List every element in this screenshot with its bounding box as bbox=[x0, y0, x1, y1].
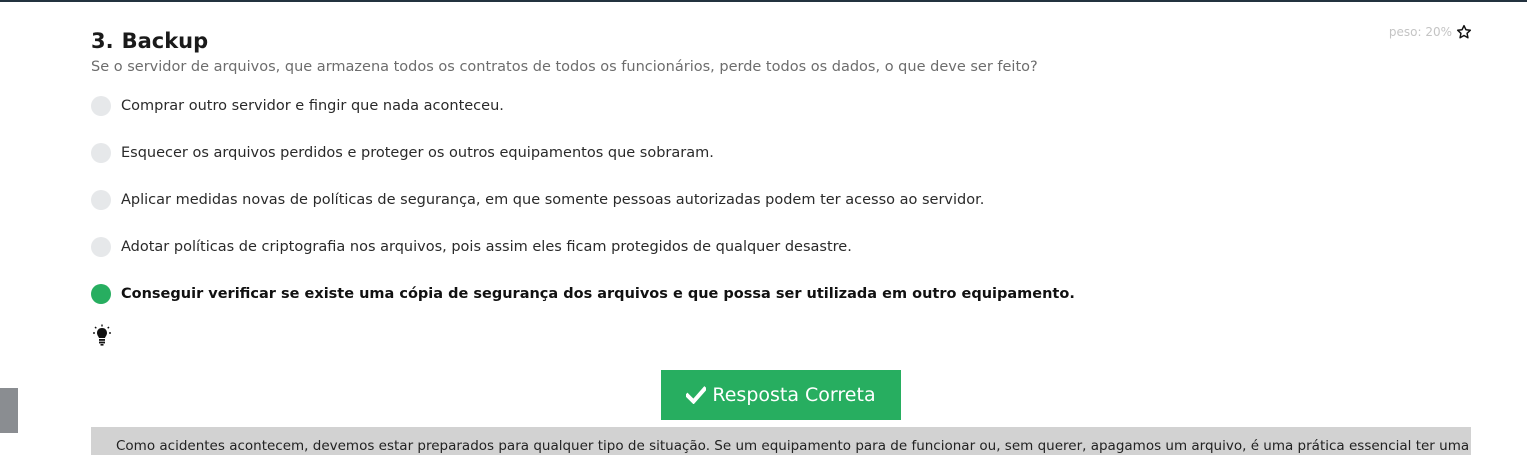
answer-option-4[interactable]: Adotar políticas de criptografia nos arq… bbox=[91, 237, 852, 257]
question-title: 3. Backup bbox=[91, 27, 208, 55]
explanation-text: Como acidentes acontecem, devemos estar … bbox=[116, 438, 1470, 454]
radio-button[interactable] bbox=[91, 237, 111, 257]
radio-button-selected[interactable] bbox=[91, 284, 111, 304]
answer-option-label: Conseguir verificar se existe uma cópia … bbox=[121, 286, 1075, 302]
explanation-box: Como acidentes acontecem, devemos estar … bbox=[91, 427, 1471, 455]
radio-button[interactable] bbox=[91, 143, 111, 163]
answer-option-2[interactable]: Esquecer os arquivos perdidos e proteger… bbox=[91, 143, 714, 163]
question-weight: peso: 20% bbox=[1389, 24, 1472, 40]
answer-option-label: Adotar políticas de criptografia nos arq… bbox=[121, 239, 852, 255]
question-text: Se o servidor de arquivos, que armazena … bbox=[91, 59, 1038, 75]
star-outline-icon[interactable] bbox=[1456, 24, 1472, 40]
radio-button[interactable] bbox=[91, 190, 111, 210]
scrollbar-thumb[interactable] bbox=[0, 388, 18, 433]
answer-option-3[interactable]: Aplicar medidas novas de políticas de se… bbox=[91, 190, 984, 210]
weight-label: peso: 20% bbox=[1388, 25, 1452, 39]
lightbulb-icon[interactable] bbox=[93, 324, 111, 346]
radio-button[interactable] bbox=[91, 96, 111, 116]
answer-option-label: Esquecer os arquivos perdidos e proteger… bbox=[121, 145, 714, 161]
answer-option-1[interactable]: Comprar outro servidor e fingir que nada… bbox=[91, 96, 504, 116]
question-number: 3. bbox=[91, 29, 114, 53]
check-icon bbox=[686, 386, 707, 404]
top-border bbox=[0, 0, 1527, 2]
answer-option-5[interactable]: Conseguir verificar se existe uma cópia … bbox=[91, 284, 1075, 304]
question-title-text: Backup bbox=[121, 29, 209, 53]
answer-option-label: Comprar outro servidor e fingir que nada… bbox=[121, 98, 504, 114]
correct-answer-label: Resposta Correta bbox=[712, 384, 876, 406]
correct-answer-button[interactable]: Resposta Correta bbox=[661, 370, 901, 420]
answer-option-label: Aplicar medidas novas de políticas de se… bbox=[121, 192, 985, 208]
